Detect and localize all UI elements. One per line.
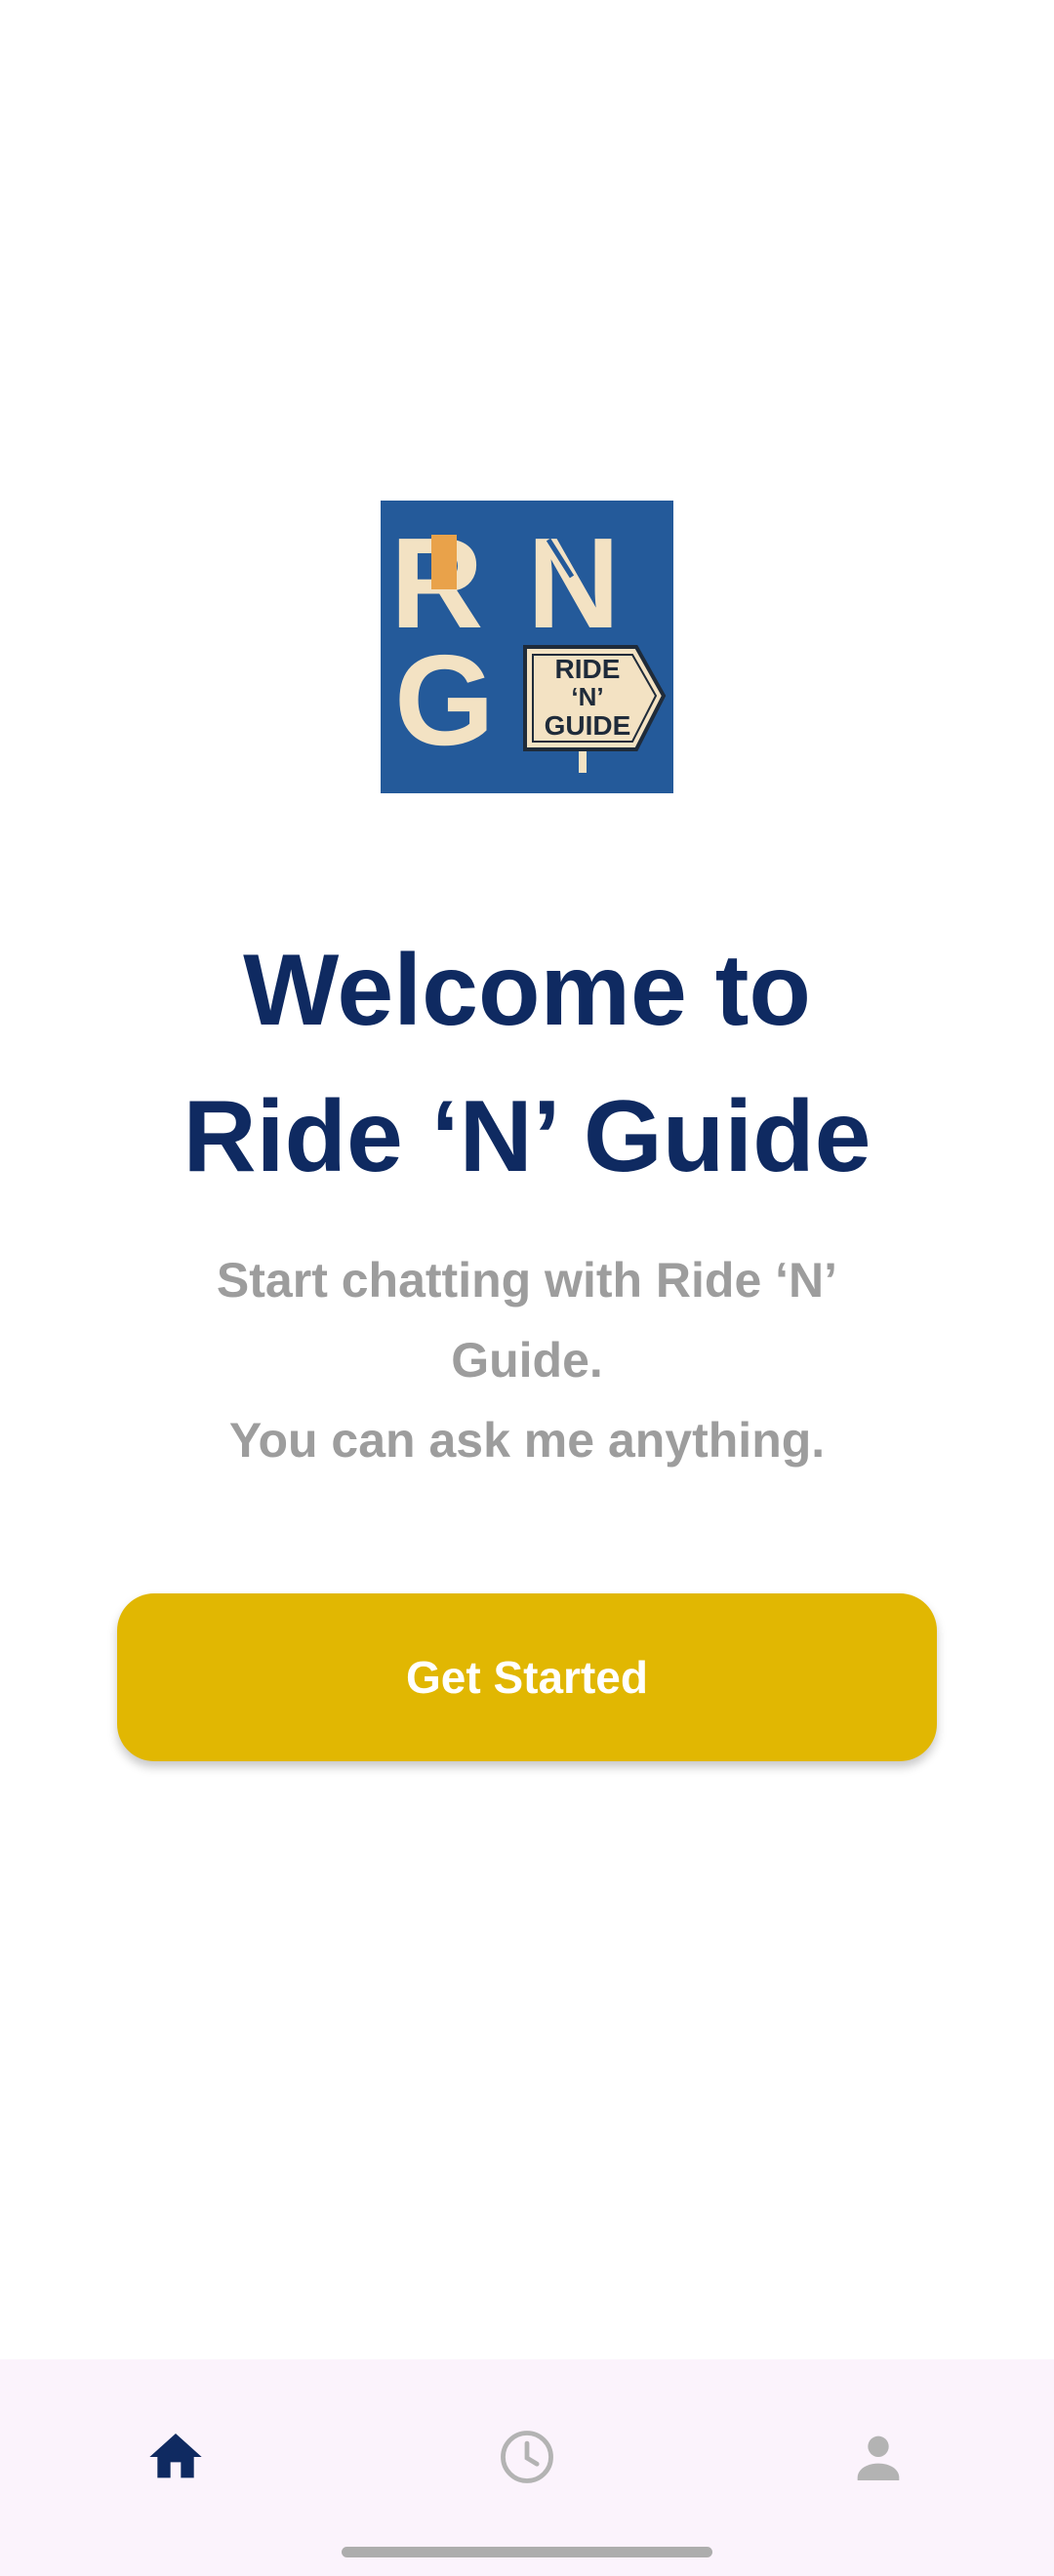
home-icon [149, 2434, 202, 2478]
app-logo-image: R N G RIDE ‘N’ GUIDE [381, 501, 673, 793]
svg-text:GUIDE: GUIDE [545, 710, 631, 741]
welcome-subtitle-line-3: You can ask me anything. [228, 1413, 826, 1468]
welcome-subtitle: Start chatting with Ride ‘N’ Guide. You … [176, 1240, 878, 1480]
bottom-navigation [0, 2359, 1054, 2576]
person-icon [857, 2435, 900, 2480]
svg-text:N: N [527, 511, 620, 655]
svg-text:‘N’: ‘N’ [571, 682, 603, 711]
svg-text:RIDE: RIDE [555, 654, 621, 684]
welcome-title-line-1: Welcome to [243, 934, 811, 1047]
welcome-subtitle-line-2: Guide. [451, 1333, 603, 1388]
welcome-title-line-2: Ride ‘N’ Guide [182, 1080, 872, 1193]
clock-icon [501, 2431, 553, 2483]
nav-item-history[interactable] [468, 2413, 586, 2501]
welcome-subtitle-line-1: Start chatting with Ride ‘N’ [216, 1253, 838, 1308]
app-logo: R N G RIDE ‘N’ GUIDE [381, 501, 673, 793]
welcome-title: Welcome to Ride ‘N’ Guide [0, 917, 1054, 1210]
nav-item-home[interactable] [117, 2413, 234, 2501]
nav-item-profile[interactable] [820, 2413, 937, 2501]
get-started-button[interactable]: Get Started [117, 1593, 937, 1761]
svg-text:G: G [394, 628, 495, 772]
welcome-screen: R N G RIDE ‘N’ GUIDE Welcome to Ride ‘N’… [0, 0, 1054, 2576]
home-indicator[interactable] [342, 2547, 712, 2557]
